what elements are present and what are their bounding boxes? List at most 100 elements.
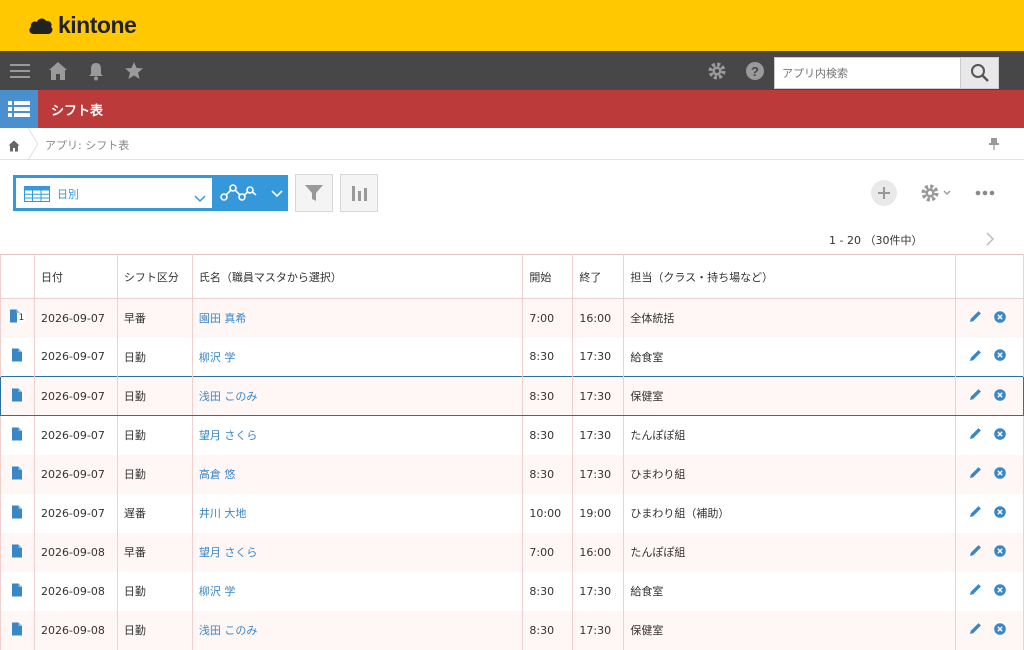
cell-start: 8:30 [522, 337, 574, 377]
cell-duty: 保健室 [623, 376, 956, 416]
more-dots-icon [975, 190, 995, 196]
staff-name-link[interactable]: 望月 さくら [199, 546, 258, 559]
breadcrumb-home-icon[interactable] [8, 137, 20, 156]
delete-icon[interactable] [994, 583, 1006, 599]
cell-start: 8:30 [522, 454, 574, 494]
table-row[interactable]: 2026-09-07 日勤 柳沢 学 8:30 17:30 給食室 [0, 337, 1024, 377]
edit-pencil-icon[interactable] [969, 388, 982, 404]
kintone-logo[interactable]: kintone [28, 12, 137, 39]
brand-bar: kintone [0, 0, 1024, 51]
delete-icon[interactable] [994, 622, 1006, 638]
delete-icon[interactable] [994, 544, 1006, 560]
column-header[interactable]: 氏名（職員マスタから選択） [191, 254, 524, 299]
staff-name-link[interactable]: 望月 さくら [199, 429, 258, 442]
view-selector[interactable]: 日別 [13, 175, 213, 211]
cell-actions [954, 532, 1024, 572]
edit-pencil-icon[interactable] [969, 466, 982, 482]
record-detail-icon[interactable] [0, 532, 35, 572]
record-detail-icon[interactable] [0, 376, 35, 416]
help-icon[interactable]: ? [743, 59, 767, 83]
column-header[interactable]: 日付 [33, 254, 118, 299]
view-selector-label: 日別 [57, 188, 79, 201]
delete-icon[interactable] [994, 388, 1006, 404]
column-header[interactable]: 開始 [522, 254, 574, 299]
delete-icon[interactable] [994, 427, 1006, 443]
staff-name-link[interactable]: 柳沢 学 [199, 585, 236, 598]
delete-icon[interactable] [994, 505, 1006, 521]
record-detail-icon[interactable]: 1 [0, 298, 35, 338]
edit-pencil-icon[interactable] [969, 505, 982, 521]
edit-pencil-icon[interactable] [969, 310, 982, 326]
menu-icon[interactable] [8, 59, 32, 83]
cell-shift: 日勤 [116, 376, 193, 416]
row-badge: 1 [17, 312, 26, 323]
cell-shift: 日勤 [116, 610, 193, 650]
breadcrumb-app-link[interactable]: アプリ: シフト表 [45, 137, 129, 153]
table-row[interactable]: 1 2026-09-07 早番 園田 真希 7:00 16:00 全体統括 [0, 298, 1024, 338]
more-options-button[interactable] [973, 184, 997, 202]
table-row[interactable]: 2026-09-08 日勤 浅田 このみ 8:30 17:30 保健室 [0, 610, 1024, 650]
star-icon[interactable] [122, 59, 146, 83]
column-header[interactable]: シフト区分 [116, 254, 193, 299]
record-detail-icon[interactable] [0, 571, 35, 611]
record-detail-icon[interactable] [0, 493, 35, 533]
graph-selector[interactable] [213, 175, 288, 211]
settings-gear-icon[interactable] [705, 59, 729, 83]
cell-shift: 日勤 [116, 337, 193, 377]
pin-icon[interactable] [989, 136, 999, 155]
search-input[interactable] [775, 58, 961, 88]
add-record-button[interactable] [871, 180, 897, 206]
header-actions-col [954, 254, 1024, 299]
cell-start: 8:30 [522, 415, 574, 455]
record-detail-icon[interactable] [0, 454, 35, 494]
pagination-text: 1 - 20 （30件中） [829, 234, 923, 247]
staff-name-link[interactable]: 柳沢 学 [199, 351, 236, 364]
search-icon [970, 64, 989, 82]
app-settings-button[interactable] [916, 181, 954, 205]
record-detail-icon[interactable] [0, 610, 35, 650]
bell-icon[interactable] [84, 59, 108, 83]
table-row[interactable]: 2026-09-07 日勤 望月 さくら 8:30 17:30 たんぽぽ組 [0, 415, 1024, 455]
home-icon[interactable] [46, 59, 70, 83]
cell-end: 19:00 [572, 493, 625, 533]
column-header[interactable]: 担当（クラス・持ち場など） [623, 254, 956, 299]
cell-name: 望月 さくら [191, 415, 524, 455]
delete-icon[interactable] [994, 349, 1006, 364]
search-button[interactable] [960, 58, 998, 88]
edit-pencil-icon[interactable] [969, 349, 982, 365]
cell-name: 浅田 このみ [191, 610, 524, 650]
next-page-icon[interactable] [984, 231, 996, 251]
filter-button[interactable] [295, 174, 333, 212]
cell-date: 2026-09-07 [33, 298, 118, 338]
edit-pencil-icon[interactable] [969, 544, 982, 560]
cell-end: 17:30 [572, 376, 625, 416]
table-row[interactable]: 2026-09-07 日勤 高倉 悠 8:30 17:30 ひまわり組 [0, 454, 1024, 494]
cell-actions [954, 493, 1024, 533]
app-list-icon[interactable] [0, 90, 38, 128]
graph-button[interactable] [340, 174, 378, 212]
table-row[interactable]: 2026-09-08 早番 望月 さくら 7:00 16:00 たんぽぽ組 [0, 532, 1024, 572]
edit-pencil-icon[interactable] [969, 583, 982, 599]
bar-chart-icon [352, 186, 367, 201]
record-detail-icon[interactable] [0, 415, 35, 455]
staff-name-link[interactable]: 高倉 悠 [199, 468, 236, 481]
edit-pencil-icon[interactable] [969, 427, 982, 443]
edit-pencil-icon[interactable] [969, 622, 982, 638]
delete-icon[interactable] [994, 310, 1006, 326]
staff-name-link[interactable]: 浅田 このみ [199, 624, 258, 637]
cell-end: 16:00 [572, 532, 625, 572]
cell-name: 高倉 悠 [191, 454, 524, 494]
table-row[interactable]: 2026-09-08 日勤 柳沢 学 8:30 17:30 給食室 [0, 571, 1024, 611]
staff-name-link[interactable]: 井川 大地 [199, 507, 247, 520]
chevron-down-icon [194, 188, 206, 207]
delete-icon[interactable] [994, 466, 1006, 482]
record-detail-icon[interactable] [0, 337, 35, 377]
table-row[interactable]: 2026-09-07 日勤 浅田 このみ 8:30 17:30 保健室 [0, 376, 1024, 416]
cell-duty: ひまわり組（補助） [623, 493, 956, 533]
table-row[interactable]: 2026-09-07 遅番 井川 大地 10:00 19:00 ひまわり組（補助） [0, 493, 1024, 533]
staff-name-link[interactable]: 園田 真希 [199, 312, 247, 325]
column-header[interactable]: 終了 [572, 254, 625, 299]
cell-duty: ひまわり組 [623, 454, 956, 494]
staff-name-link[interactable]: 浅田 このみ [199, 390, 258, 403]
graph-line-icon [220, 184, 257, 201]
